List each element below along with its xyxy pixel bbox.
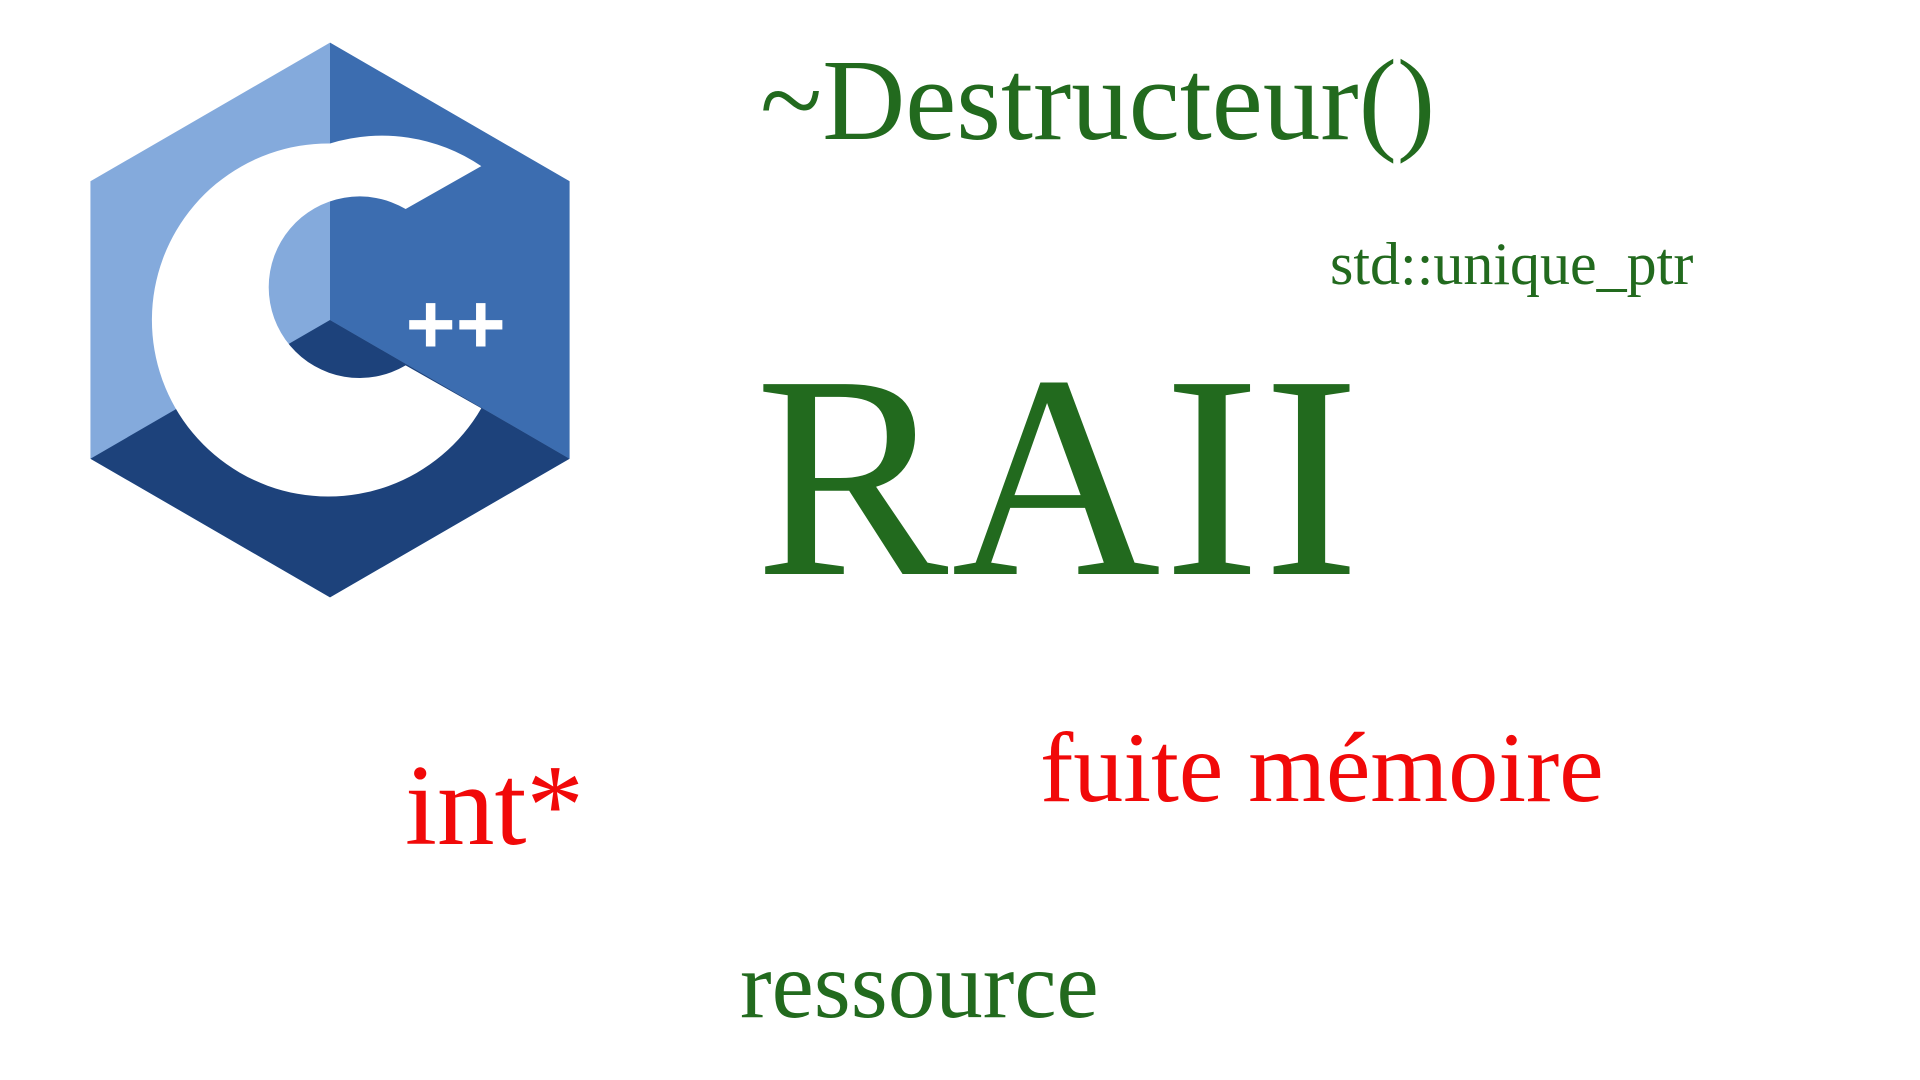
resource-label: ressource: [740, 930, 1099, 1040]
raii-label: RAII: [755, 310, 1363, 643]
int-pointer-label: int*: [405, 740, 584, 872]
destructor-label: ~Destructeur(): [760, 35, 1435, 167]
memory-leak-label: fuite mémoire: [1040, 710, 1604, 825]
plus-plus-text: ++: [406, 276, 506, 372]
unique-ptr-label: std::unique_ptr: [1330, 230, 1693, 299]
cpp-logo-svg: ++: [60, 30, 600, 610]
cpp-logo: ++: [60, 30, 600, 610]
